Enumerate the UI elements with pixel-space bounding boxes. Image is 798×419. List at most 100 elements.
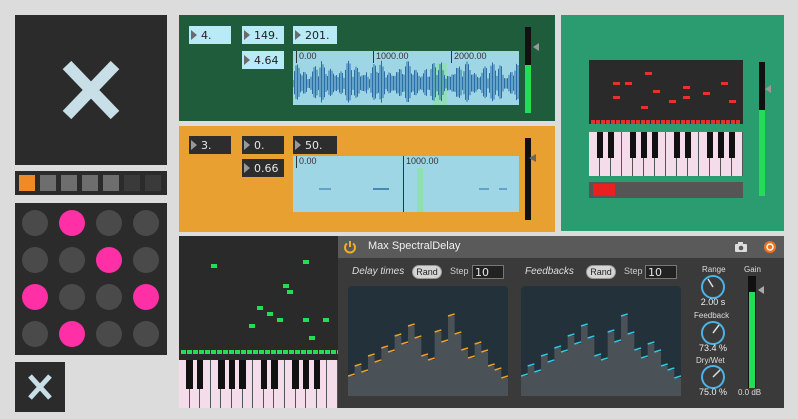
drum-pad[interactable] <box>96 321 122 347</box>
drum-pad[interactable] <box>133 284 159 310</box>
number-box[interactable]: 149. <box>242 26 284 44</box>
note[interactable] <box>683 96 690 99</box>
level-meter <box>525 138 531 220</box>
drum-pad[interactable] <box>22 210 48 236</box>
note[interactable] <box>613 96 620 99</box>
drum-pad[interactable] <box>59 247 85 273</box>
rand-delay-button[interactable]: Rand <box>412 265 442 279</box>
color-swatch[interactable] <box>103 175 119 191</box>
piano-roll-panel <box>179 236 338 408</box>
number-box[interactable]: 0. <box>242 136 284 154</box>
piano-white-key[interactable] <box>327 360 338 408</box>
piano-black-key[interactable] <box>228 360 236 389</box>
number-box[interactable]: 3. <box>189 136 231 154</box>
drum-pad[interactable] <box>59 284 85 310</box>
step-label: Step <box>450 266 469 276</box>
number-box[interactable]: 201. <box>293 26 337 44</box>
note[interactable] <box>653 90 660 93</box>
drum-pad[interactable] <box>59 210 85 236</box>
piano-black-key[interactable] <box>673 132 681 159</box>
step-feedback-box[interactable]: 10 <box>645 265 677 279</box>
piano-keyboard[interactable] <box>589 132 743 176</box>
drum-pad[interactable] <box>22 284 48 310</box>
piano-black-key[interactable] <box>292 360 299 389</box>
drum-pad[interactable] <box>22 247 48 273</box>
drum-pad[interactable] <box>133 247 159 273</box>
drum-pad[interactable] <box>96 247 122 273</box>
spectral-delay-device: Max SpectralDelay Delay times Rand Step … <box>338 236 784 408</box>
color-swatch[interactable] <box>124 175 140 191</box>
drum-pad[interactable] <box>22 321 48 347</box>
number-box[interactable]: 50. <box>293 136 337 154</box>
piano-keyboard[interactable] <box>179 360 338 408</box>
color-swatch[interactable] <box>40 175 56 191</box>
piano-black-key[interactable] <box>706 132 714 159</box>
level-meter <box>525 27 531 113</box>
gain-meter[interactable] <box>748 276 756 388</box>
piano-black-key[interactable] <box>239 360 246 389</box>
piano-black-key[interactable] <box>303 360 310 389</box>
note[interactable] <box>625 82 632 85</box>
color-swatch-row <box>15 171 167 195</box>
drum-pad[interactable] <box>96 284 122 310</box>
color-swatch[interactable] <box>145 175 161 191</box>
color-swatch[interactable] <box>19 175 35 191</box>
feedback-spectrum-display[interactable] <box>520 286 682 396</box>
pad-grid <box>15 203 167 355</box>
feedback-value: 73.4 % <box>698 343 728 353</box>
device-title: Max SpectralDelay <box>368 240 461 252</box>
color-swatch[interactable] <box>61 175 77 191</box>
range-slider[interactable] <box>589 182 743 198</box>
drum-pad[interactable] <box>133 210 159 236</box>
delay-spectrum-display[interactable] <box>347 286 509 396</box>
piano-panel-teal <box>561 15 784 231</box>
number-box[interactable]: 0.66 <box>242 159 284 177</box>
piano-black-key[interactable] <box>640 132 648 159</box>
power-icon[interactable] <box>343 240 357 254</box>
piano-black-key[interactable] <box>260 360 267 389</box>
piano-black-key[interactable] <box>596 132 604 159</box>
piano-black-key[interactable] <box>186 360 193 389</box>
note[interactable] <box>613 82 620 85</box>
big-x-button[interactable] <box>15 15 167 165</box>
note[interactable] <box>645 72 652 75</box>
waveform-panel-orange: 3. 0. 50. 0.66 0.00 1000.00 <box>179 126 555 232</box>
drum-pad[interactable] <box>59 321 85 347</box>
camera-icon[interactable] <box>734 241 748 253</box>
drum-pad[interactable] <box>96 210 122 236</box>
rand-feedback-button[interactable]: Rand <box>586 265 616 279</box>
step-label: Step <box>624 266 643 276</box>
number-box[interactable]: 4.64 <box>242 51 284 69</box>
piano-black-key[interactable] <box>651 132 659 159</box>
note[interactable] <box>641 106 648 109</box>
range-value: 2.00 s <box>700 297 726 307</box>
range-label: Range <box>702 265 726 274</box>
piano-black-key[interactable] <box>607 132 615 159</box>
piano-black-key[interactable] <box>313 360 320 389</box>
note[interactable] <box>729 100 736 103</box>
piano-black-key[interactable] <box>629 132 637 159</box>
color-swatch[interactable] <box>82 175 98 191</box>
note[interactable] <box>683 86 690 89</box>
drum-pad[interactable] <box>133 321 159 347</box>
note[interactable] <box>721 82 728 85</box>
note-grid[interactable] <box>589 60 743 124</box>
piano-black-key[interactable] <box>271 360 278 389</box>
snapshot-icon[interactable] <box>763 240 777 254</box>
note[interactable] <box>703 92 710 95</box>
gain-label: Gain <box>744 265 761 274</box>
piano-black-key[interactable] <box>717 132 725 159</box>
piano-black-key[interactable] <box>197 360 204 389</box>
number-box[interactable]: 4. <box>189 26 231 44</box>
piano-black-key[interactable] <box>728 132 736 159</box>
waveform-display[interactable]: 0.00 1000.00 2000.00 <box>293 51 519 105</box>
piano-black-key[interactable] <box>684 132 692 159</box>
note-display[interactable] <box>179 236 338 358</box>
note[interactable] <box>669 100 676 103</box>
small-x-button[interactable] <box>15 362 65 412</box>
waveform <box>319 188 507 190</box>
piano-black-key[interactable] <box>218 360 225 389</box>
waveform-display[interactable]: 0.00 1000.00 <box>293 156 519 212</box>
step-delay-box[interactable]: 10 <box>472 265 504 279</box>
close-icon <box>62 60 120 120</box>
